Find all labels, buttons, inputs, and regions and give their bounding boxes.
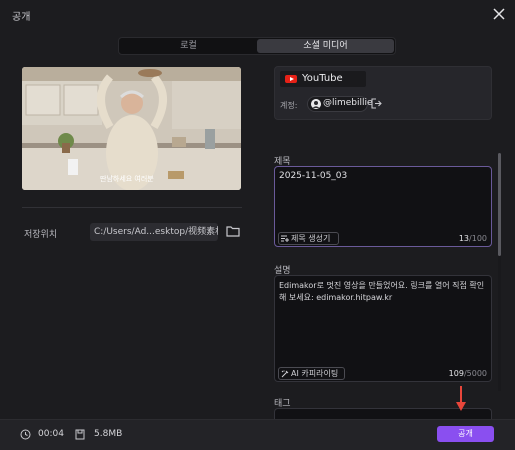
folder-icon[interactable] <box>226 225 240 237</box>
description-char-count: 109/5000 <box>448 369 487 378</box>
title-char-count: 13/100 <box>458 234 487 243</box>
youtube-icon <box>285 75 297 83</box>
logout-icon[interactable] <box>371 98 382 109</box>
clock-icon <box>20 429 31 440</box>
ai-copywriting-label: AI 카피라이팅 <box>291 369 339 378</box>
account-label: 계정: <box>280 101 298 110</box>
window-title: 공개 <box>12 12 31 23</box>
title-value: 2025-11-05_03 <box>279 171 348 181</box>
destination-tabs: 로컬 소셜 미디어 <box>118 37 396 55</box>
title-generator-icon <box>281 235 289 242</box>
file-icon <box>75 429 85 440</box>
video-subtitle: 딴남하세요 여러분 <box>100 175 154 183</box>
description-value: Edimakor로 멋진 영상을 만들었어요. 링크를 열어 직접 확인해 보세… <box>279 281 485 302</box>
ai-copywriting-button[interactable]: AI 카피라이팅 <box>278 367 345 380</box>
title-input[interactable]: 2025-11-05_03 제목 생성기 13/100 <box>274 166 492 247</box>
title-generator-button[interactable]: 제목 생성기 <box>278 232 339 245</box>
video-thumbnail <box>22 67 241 190</box>
title-generator-label: 제목 생성기 <box>291 234 331 243</box>
scrollbar-thumb[interactable] <box>498 153 501 256</box>
divider <box>22 207 242 208</box>
save-location-label: 저장위치 <box>24 230 58 240</box>
scrollbar[interactable] <box>498 153 501 391</box>
footer-bar: 00:04 5.8MB 공개 <box>0 419 515 450</box>
platform-select[interactable]: YouTube <box>280 71 366 87</box>
video-duration: 00:04 <box>38 429 64 439</box>
save-path-field[interactable]: C:/Users/Ad...esktop/视频素材 <box>90 223 218 241</box>
tab-local[interactable]: 로컬 <box>120 39 257 53</box>
account-chip[interactable]: @limebillie <box>307 96 373 112</box>
avatar <box>311 99 321 109</box>
platform-name: YouTube <box>302 73 343 84</box>
account-card: YouTube 계정: @limebillie <box>274 66 492 120</box>
close-icon[interactable] <box>491 6 507 22</box>
tab-social-media[interactable]: 소셜 미디어 <box>257 39 394 53</box>
description-input[interactable]: Edimakor로 멋진 영상을 만들었어요. 링크를 열어 직접 확인해 보세… <box>274 275 492 382</box>
file-size: 5.8MB <box>94 429 123 439</box>
title-bar: 공개 <box>0 0 515 28</box>
ai-icon <box>281 370 289 378</box>
video-preview: 딴남하세요 여러분 <box>22 67 241 190</box>
publish-button[interactable]: 공개 <box>437 426 494 442</box>
arrow-icon <box>456 386 466 411</box>
account-name: @limebillie <box>323 98 373 108</box>
